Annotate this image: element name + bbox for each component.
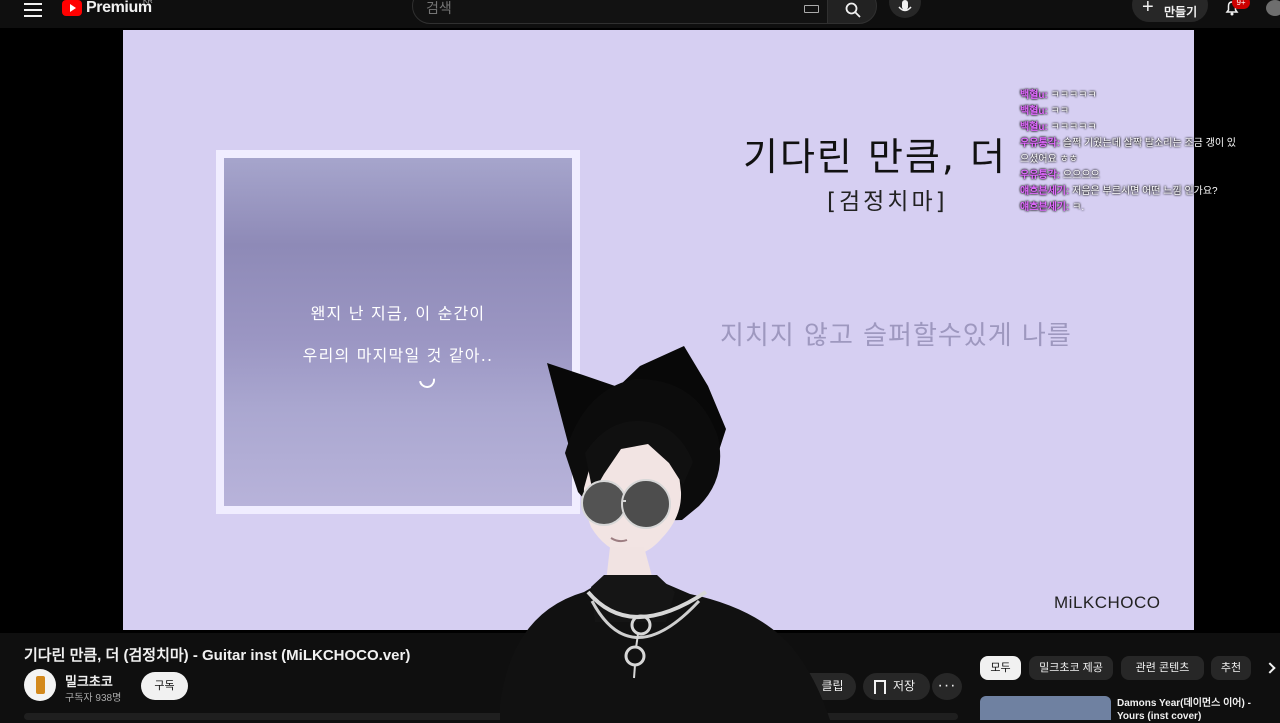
- create-label: 만들기: [1164, 5, 1198, 19]
- create-button[interactable]: + 만들기: [1132, 0, 1208, 22]
- video-song-title: 기다린 만큼, 더: [743, 135, 1007, 179]
- chat-message: 으으으으: [1062, 170, 1100, 181]
- save-button[interactable]: 저장: [863, 673, 930, 700]
- loading-spinner-icon: [415, 368, 439, 392]
- chat-message: ㅋ.: [1072, 202, 1085, 213]
- chat-user-name: 얘흐븐세기:: [1020, 202, 1070, 213]
- chat-row: 우유통각: 슬쩍 기웠는데 살짝 탈소리는 조금 갱이 있: [1020, 136, 1280, 152]
- chat-row: 얘흐븐세기: ㅋ.: [1020, 200, 1280, 216]
- plus-icon: +: [1142, 0, 1154, 18]
- vtuber-avatar: [500, 346, 830, 720]
- chip-channel[interactable]: 밀크초코 제공: [1029, 656, 1113, 680]
- channel-name[interactable]: 밀크초코: [65, 671, 113, 690]
- chat-message: ㅋㅋㅋㅋㅋ: [1050, 90, 1097, 101]
- live-chat-overlay: 백혈u: ㅋㅋㅋㅋㅋ 백혈u: ㅋㅋ 백혈u: ㅋㅋㅋㅋㅋ 우유통각: 슬쩍 기…: [1020, 88, 1280, 216]
- account-avatar[interactable]: [1266, 0, 1280, 16]
- chip-all[interactable]: 모두: [980, 656, 1021, 680]
- chevron-right-icon[interactable]: [1264, 662, 1276, 674]
- recommendation-title[interactable]: Damons Year(데이먼스 이어) - Yours (inst cover…: [1117, 697, 1272, 723]
- chat-message: 슬쩍 기웠는데 살짝 탈소리는 조금 갱이 있: [1062, 138, 1236, 149]
- milkchoco-watermark: MiLKCHOCO: [1054, 593, 1161, 612]
- search-box[interactable]: [412, 0, 828, 24]
- recommendation-thumbnail[interactable]: [980, 696, 1111, 720]
- menu-icon[interactable]: [24, 0, 42, 18]
- chat-row: 으셨어요 ㅎㅎ: [1020, 152, 1280, 168]
- chat-user-name: 백혈u:: [1020, 122, 1048, 133]
- chat-user-name: 백혈u:: [1020, 90, 1048, 101]
- subscriber-count: 구독자 938명: [65, 693, 122, 704]
- chat-message: ㅋㅋ: [1050, 106, 1070, 117]
- save-label: 저장: [893, 679, 916, 693]
- search-icon: [845, 2, 861, 18]
- channel-avatar[interactable]: [24, 669, 56, 701]
- chat-row: 백혈u: ㅋㅋㅋㅋㅋ: [1020, 120, 1280, 136]
- chat-row: 우유통각: 으으으으: [1020, 168, 1280, 184]
- chip-recommended[interactable]: 추천: [1211, 656, 1251, 680]
- chat-row: 백혈u: ㅋㅋ: [1020, 104, 1280, 120]
- chat-user-name: 우유통각:: [1020, 170, 1061, 181]
- notification-badge: 9+: [1232, 0, 1250, 9]
- chat-user-name: 얘흐븐세기:: [1020, 186, 1070, 197]
- chat-message: ㅋㅋㅋㅋㅋ: [1050, 122, 1097, 133]
- microphone-icon: [898, 0, 912, 12]
- chip-related[interactable]: 관련 콘텐츠: [1121, 656, 1204, 680]
- voice-search-button[interactable]: [889, 0, 921, 18]
- chat-message: 저음은 부르시면 어떤 느낌 인가요?: [1072, 186, 1218, 197]
- more-actions-button[interactable]: ···: [932, 673, 962, 700]
- chat-message: 으셨어요 ㅎㅎ: [1020, 154, 1078, 165]
- video-title: 기다린 만큼, 더 (검정치마) - Guitar inst (MiLKCHOC…: [24, 647, 411, 664]
- chat-row: 백혈u: ㅋㅋㅋㅋㅋ: [1020, 88, 1280, 104]
- chat-user-name: 백혈u:: [1020, 106, 1048, 117]
- keyboard-icon[interactable]: [804, 5, 819, 13]
- region-code: KR: [143, 0, 153, 5]
- chat-user-name: 우유통각:: [1020, 138, 1061, 149]
- search-input[interactable]: [426, 0, 786, 16]
- frame-lyric-line-1: 왠지 난 지금, 이 순간이: [310, 304, 486, 323]
- video-artist: [검정치마]: [827, 189, 948, 215]
- bookmark-icon: [874, 680, 886, 694]
- youtube-logo-icon[interactable]: [62, 0, 82, 16]
- chat-row: 얘흐븐세기: 저음은 부르시면 어떤 느낌 인가요?: [1020, 184, 1280, 200]
- search-button[interactable]: [827, 0, 877, 24]
- top-navigation-bar: Premium KR + 만들기 9+: [0, 0, 1280, 28]
- subscribe-button[interactable]: 구독: [141, 672, 188, 700]
- premium-brand[interactable]: Premium: [86, 0, 152, 17]
